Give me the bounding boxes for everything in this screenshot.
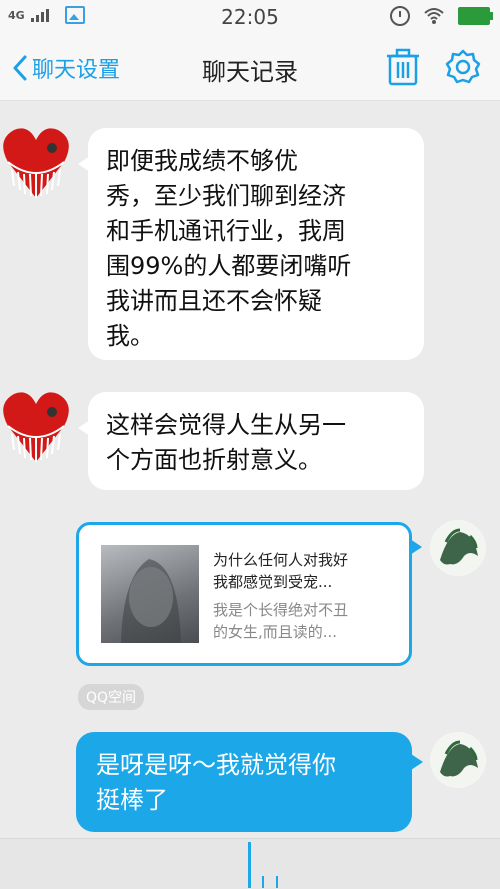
message-line: 个方面也折射意义。 bbox=[106, 446, 322, 474]
share-thumbnail bbox=[101, 545, 199, 643]
message-line: 和手机通讯行业，我周 bbox=[106, 217, 346, 245]
battery-icon bbox=[458, 7, 493, 25]
status-bar: 4G 22:05 bbox=[0, 0, 500, 34]
page-title: 聊天记录 bbox=[202, 58, 298, 86]
user-avatar-image bbox=[431, 733, 485, 787]
nav-header: 聊天设置 聊天记录 bbox=[0, 34, 500, 101]
self-message-bubble: 是呀是呀～我就觉得你 挺棒了 bbox=[76, 732, 423, 832]
message-line: 秀，至少我们聊到经济 bbox=[106, 182, 346, 210]
message-bubble: 这样会觉得人生从另一 个方面也折射意义。 bbox=[78, 392, 424, 490]
share-desc-line: 的女生,而且读的... bbox=[213, 623, 338, 641]
message-line: 挺棒了 bbox=[96, 786, 168, 814]
trash-icon[interactable] bbox=[386, 48, 420, 86]
scroll-indicator-tick bbox=[262, 876, 264, 888]
message-line: 即便我成绩不够优 bbox=[106, 147, 298, 175]
message-line: 我。 bbox=[106, 322, 154, 350]
message-line: 我讲而且还不会怀疑 bbox=[106, 287, 322, 315]
heart-avatar[interactable] bbox=[0, 386, 72, 466]
gear-icon[interactable] bbox=[444, 48, 482, 86]
wifi-icon bbox=[424, 8, 444, 24]
share-title-line: 我都感觉到受宠... bbox=[213, 573, 333, 591]
scroll-indicator-tick bbox=[276, 876, 278, 888]
share-description: 我是个长得绝对不丑 的女生,而且读的... bbox=[213, 599, 393, 643]
heart-avatar[interactable] bbox=[0, 122, 72, 202]
message-line: 围99%的人都要闭嘴听 bbox=[106, 252, 352, 280]
user-avatar[interactable] bbox=[430, 520, 486, 576]
user-avatar-image bbox=[431, 521, 485, 575]
share-title: 为什么任何人对我好 我都感觉到受宠... bbox=[213, 549, 393, 593]
message-line: 是呀是呀～我就觉得你 bbox=[96, 751, 336, 779]
alarm-icon bbox=[390, 6, 410, 26]
message-bubble: 即便我成绩不够优 秀，至少我们聊到经济 和手机通讯行业，我周 围99%的人都要闭… bbox=[78, 128, 424, 360]
share-card[interactable]: 为什么任何人对我好 我都感觉到受宠... 我是个长得绝对不丑 的女生,而且读的.… bbox=[76, 522, 422, 666]
share-desc-line: 我是个长得绝对不丑 bbox=[213, 601, 349, 619]
message-line: 这样会觉得人生从另一 bbox=[106, 411, 346, 439]
share-title-line: 为什么任何人对我好 bbox=[213, 551, 349, 569]
scroll-indicator[interactable] bbox=[248, 842, 251, 888]
source-badge: QQ空间 bbox=[78, 684, 145, 710]
user-avatar[interactable] bbox=[430, 732, 486, 788]
